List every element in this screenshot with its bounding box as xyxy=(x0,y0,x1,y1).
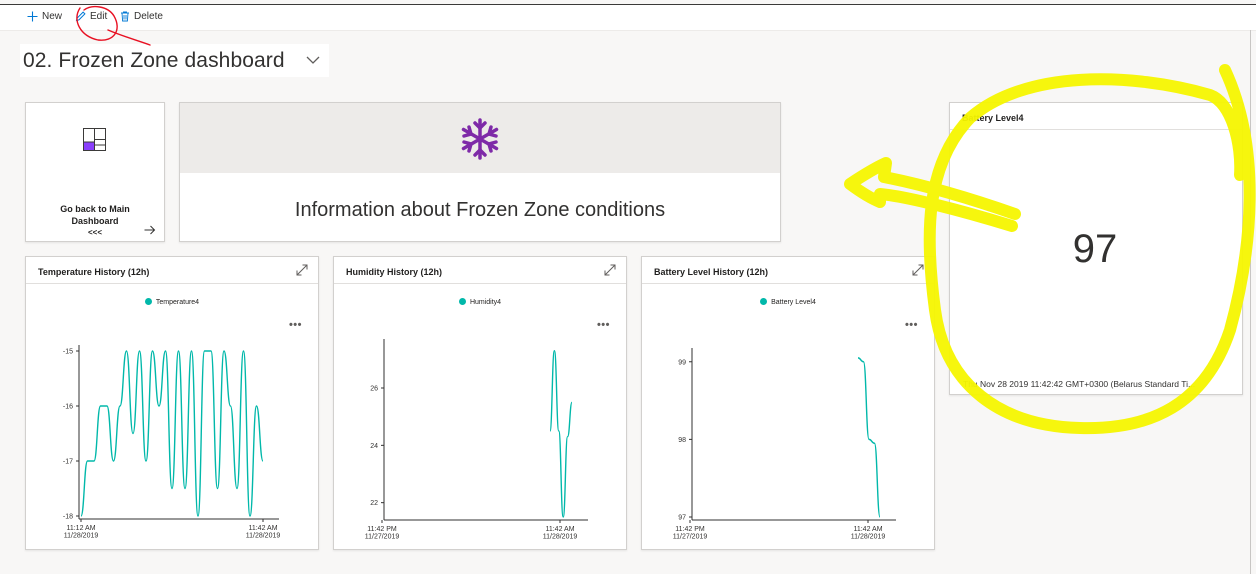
info-tile-text: Information about Frozen Zone conditions xyxy=(294,199,666,221)
y-tick-label: -17 xyxy=(63,459,73,466)
dashboard-icon xyxy=(83,128,106,151)
trash-icon xyxy=(121,11,129,22)
temperature-chart: -15-16-17-1811:12 AM11/28/201911:42 AM11… xyxy=(63,345,281,540)
x-tick-label: 11/27/2019 xyxy=(365,534,400,541)
y-tick-label: -18 xyxy=(63,514,73,521)
y-tick-label: 22 xyxy=(370,500,378,507)
y-tick-label: -15 xyxy=(63,349,73,356)
pencil-icon xyxy=(75,11,86,22)
edit-button-label: Edit xyxy=(90,11,108,22)
page-title: 02. Frozen Zone dashboard xyxy=(23,48,285,72)
info-tile: Information about Frozen Zone conditions xyxy=(179,102,781,242)
y-tick-label: 97 xyxy=(678,515,686,522)
y-tick-label: -16 xyxy=(63,404,73,411)
battery-timestamp: Thu Nov 28 2019 11:42:42 GMT+0300 (Belar… xyxy=(963,379,1196,389)
y-tick-label: 26 xyxy=(370,386,378,393)
battery-history-chart-card[interactable]: Battery Level History (12h) Battery Leve… xyxy=(641,256,935,550)
delete-button[interactable]: Delete xyxy=(120,11,163,22)
x-tick-label: 11:42 PM xyxy=(675,526,705,533)
battery-tile-title: Battery Level4 xyxy=(962,113,1024,123)
x-tick-label: 11:42 AM xyxy=(853,526,882,533)
x-tick-label: 11/28/2019 xyxy=(851,534,886,541)
go-back-label-line1: Go back to Main xyxy=(60,204,130,214)
go-back-tile[interactable]: Go back to Main Dashboard <<< xyxy=(25,102,165,242)
series-line xyxy=(857,357,881,518)
battery-value: 97 xyxy=(1072,227,1118,271)
new-button-label: New xyxy=(42,11,63,22)
x-tick-label: 11:42 PM xyxy=(367,526,397,533)
battery-level-tile[interactable]: Battery Level4 97 Thu Nov 28 2019 11:42:… xyxy=(949,102,1243,395)
x-tick-label: 11:12 AM xyxy=(66,525,95,532)
plus-icon xyxy=(27,11,38,22)
dashboard-selector[interactable]: 02. Frozen Zone dashboard xyxy=(20,44,329,77)
chevron-down-icon xyxy=(306,56,320,64)
y-tick-label: 99 xyxy=(678,359,686,366)
temperature-chart-card[interactable]: Temperature History (12h) Temperature4 •… xyxy=(25,256,319,550)
battery-history-chart: 99 98 97 11:42 PM11/27/2019 11:42 AM11/28/20… xyxy=(673,348,896,541)
info-tile-header xyxy=(180,103,780,173)
humidity-chart-card[interactable]: Humidity History (12h) Humidity4 ••• 26 2… xyxy=(333,256,627,550)
humidity-chart: 26 24 22 11:42 PM11/27/2019 11:42 AM11/28/20… xyxy=(365,339,588,541)
new-button[interactable]: New xyxy=(27,11,62,22)
edit-button[interactable]: Edit xyxy=(75,11,107,22)
dashboard-page: New Edit Delete 02. Frozen Zone dashboar… xyxy=(0,0,1256,574)
series-line xyxy=(549,350,573,518)
x-tick-label: 11/27/2019 xyxy=(673,534,708,541)
command-bar: New Edit Delete xyxy=(0,5,1256,31)
x-tick-label: 11/28/2019 xyxy=(246,533,281,540)
x-tick-label: 11:42 AM xyxy=(248,525,277,532)
scroll-edge xyxy=(1250,30,1251,574)
delete-button-label: Delete xyxy=(134,11,163,22)
snowflake-icon xyxy=(461,118,499,160)
y-tick-label: 98 xyxy=(678,437,686,444)
arrow-right-icon xyxy=(144,225,156,235)
x-tick-label: 11:42 AM xyxy=(545,526,574,533)
y-tick-label: 24 xyxy=(370,443,378,450)
series-line xyxy=(80,350,264,517)
x-tick-label: 11/28/2019 xyxy=(543,534,578,541)
x-tick-label: 11/28/2019 xyxy=(64,533,99,540)
